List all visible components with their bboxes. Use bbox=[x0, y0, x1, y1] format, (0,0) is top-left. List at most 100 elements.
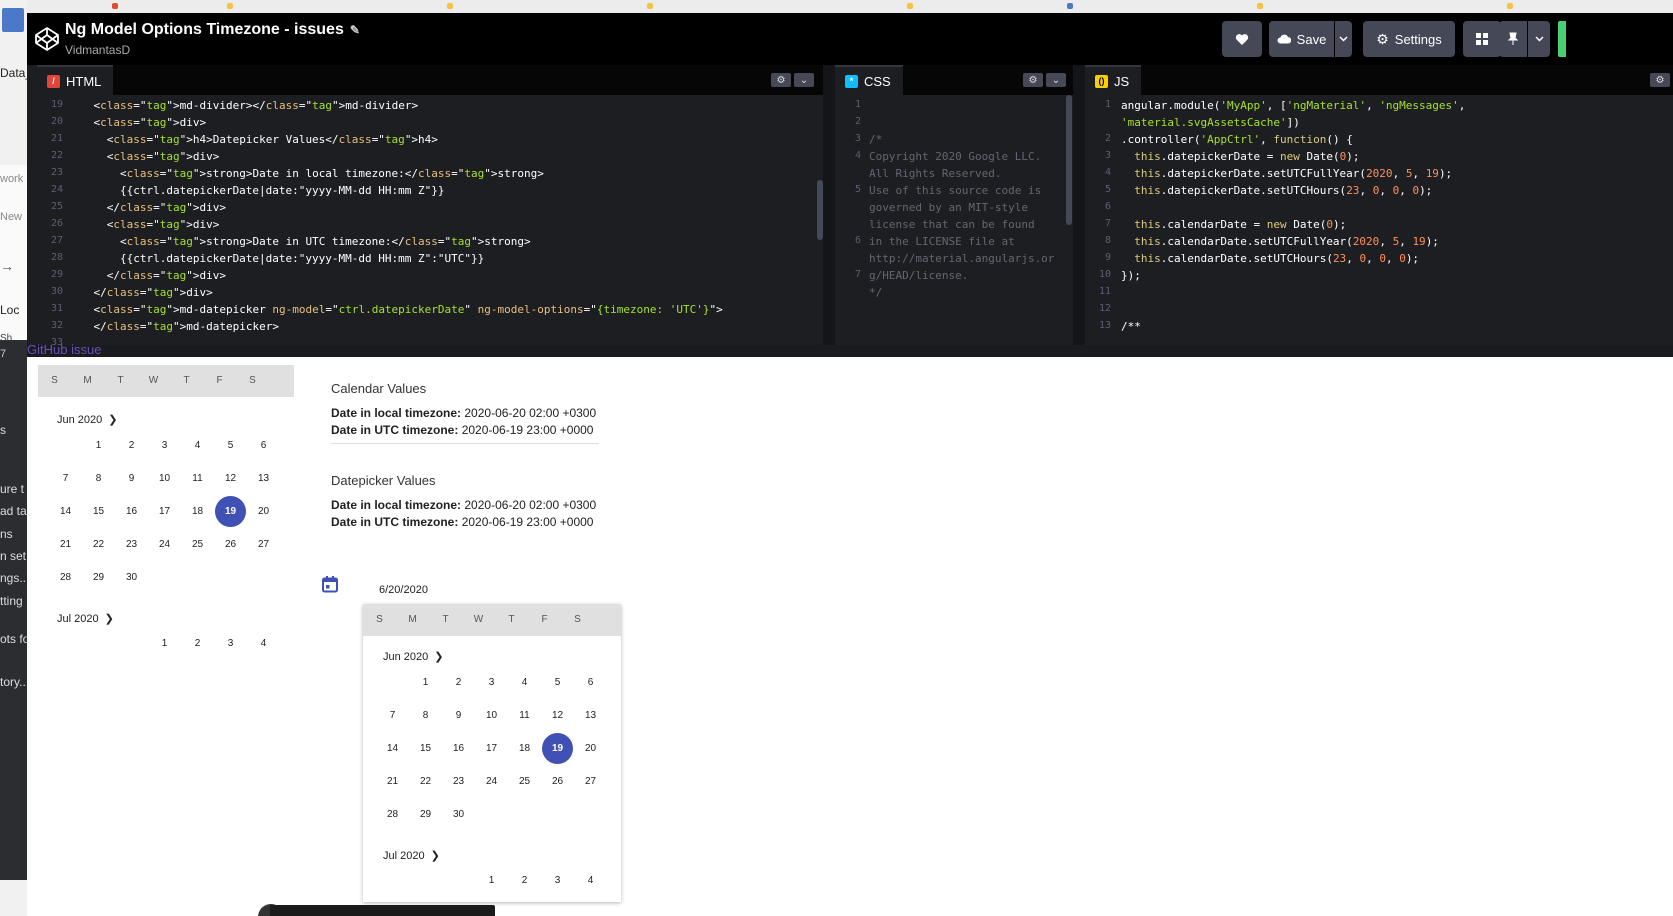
datepicker-input[interactable]: 6/20/2020 bbox=[363, 575, 621, 605]
calendar-day[interactable]: 14 bbox=[49, 494, 82, 529]
pin-button[interactable] bbox=[1499, 21, 1527, 57]
calendar-day[interactable]: 1 bbox=[148, 626, 181, 661]
calendar-day-selected[interactable]: 19 bbox=[214, 494, 247, 529]
change-view-button[interactable] bbox=[1463, 21, 1501, 57]
folder-icon[interactable] bbox=[907, 3, 913, 9]
calendar-day-selected[interactable]: 19 bbox=[541, 731, 574, 766]
code-line[interactable]: this.calendarDate.setUTCFullYear(2020, 5… bbox=[1121, 235, 1439, 248]
html-tab[interactable]: / HTML bbox=[37, 65, 114, 95]
calendar-day[interactable]: 17 bbox=[148, 494, 181, 529]
css-tab[interactable]: * CSS bbox=[835, 65, 903, 95]
calendar-day[interactable]: 16 bbox=[442, 731, 475, 766]
calendar-day[interactable]: 24 bbox=[148, 527, 181, 562]
calendar-day[interactable]: 15 bbox=[82, 494, 115, 529]
calendar-day[interactable]: 5 bbox=[214, 428, 247, 463]
calendar-day[interactable]: 18 bbox=[508, 731, 541, 766]
calendar-day[interactable]: 24 bbox=[475, 764, 508, 799]
calendar-day[interactable]: 4 bbox=[508, 665, 541, 700]
calendar-day[interactable]: 26 bbox=[541, 764, 574, 799]
calendar-day[interactable]: 2 bbox=[442, 665, 475, 700]
calendar-day[interactable]: 2 bbox=[181, 626, 214, 661]
calendar-day[interactable]: 7 bbox=[376, 698, 409, 733]
calendar-day[interactable]: 29 bbox=[82, 560, 115, 595]
code-line[interactable]: <class="tag">strong>Date in UTC timezone… bbox=[67, 235, 531, 248]
calendar-day[interactable]: 9 bbox=[115, 461, 148, 496]
calendar-day[interactable]: 3 bbox=[214, 626, 247, 661]
calendar-day[interactable]: 1 bbox=[82, 428, 115, 463]
code-line[interactable]: {{ctrl.datepickerDate|date:"yyyy-MM-dd H… bbox=[67, 252, 484, 265]
settings-button[interactable]: ⚙ Settings bbox=[1363, 21, 1455, 57]
calendar-day[interactable]: 10 bbox=[148, 461, 181, 496]
code-line[interactable]: .controller('AppCtrl', function() { bbox=[1121, 133, 1353, 146]
folder-icon[interactable] bbox=[227, 3, 233, 9]
calendar-day[interactable]: 2 bbox=[508, 863, 541, 898]
code-line[interactable]: /** bbox=[1121, 320, 1141, 333]
calendar-day[interactable]: 20 bbox=[247, 494, 280, 529]
calendar-day[interactable]: 3 bbox=[148, 428, 181, 463]
calendar-day[interactable]: 20 bbox=[574, 731, 607, 766]
pen-title[interactable]: Ng Model Options Timezone - issues ✎ bbox=[65, 21, 360, 39]
folder-icon[interactable] bbox=[1507, 3, 1513, 9]
code-line[interactable]: </class="tag">md-datepicker> bbox=[67, 320, 278, 333]
code-line[interactable]: {{ctrl.datepickerDate|date:"yyyy-MM-dd H… bbox=[67, 184, 445, 197]
html-code[interactable]: <class="tag">md-divider></class="tag">md… bbox=[37, 95, 823, 345]
code-line[interactable]: g/HEAD/license. bbox=[869, 269, 968, 282]
calendar-day[interactable]: 21 bbox=[49, 527, 82, 562]
pin-options-button[interactable] bbox=[1528, 21, 1550, 57]
code-line[interactable]: */ bbox=[869, 286, 882, 299]
calendar-day[interactable]: 1 bbox=[475, 863, 508, 898]
code-line[interactable]: in the LICENSE file at bbox=[869, 235, 1015, 248]
calendar-day[interactable]: 27 bbox=[574, 764, 607, 799]
calendar-day[interactable]: 13 bbox=[574, 698, 607, 733]
code-line[interactable]: this.datepickerDate = new Date(0); bbox=[1121, 150, 1359, 163]
code-line[interactable]: license that can be found bbox=[869, 218, 1035, 231]
css-scrollbar[interactable] bbox=[1066, 95, 1072, 225]
pen-author[interactable]: VidmantasD bbox=[65, 43, 130, 57]
calendar-day[interactable]: 17 bbox=[475, 731, 508, 766]
calendar-day[interactable]: 13 bbox=[247, 461, 280, 496]
js-code[interactable]: angular.module('MyApp', ['ngMaterial', '… bbox=[1085, 95, 1673, 345]
calendar-day[interactable]: 27 bbox=[247, 527, 280, 562]
css-code[interactable]: /* Copyright 2020 Google LLC. All Rights R… bbox=[835, 95, 1073, 345]
codepen-logo-icon[interactable] bbox=[33, 25, 61, 53]
calendar-month-label[interactable]: Jun 2020 ❯ bbox=[57, 413, 117, 427]
pencil-icon[interactable]: ✎ bbox=[350, 23, 360, 37]
code-line[interactable]: <class="tag">md-datepicker ng-model="ctr… bbox=[67, 303, 722, 316]
code-line[interactable]: <class="tag">div> bbox=[67, 218, 220, 231]
code-line[interactable]: <class="tag">strong>Date in local timezo… bbox=[67, 167, 544, 180]
js-tab[interactable]: () JS bbox=[1085, 65, 1142, 95]
code-line[interactable]: </class="tag">div> bbox=[67, 286, 212, 299]
code-line[interactable]: http://material.angularjs.or bbox=[869, 252, 1054, 265]
pane-resizer[interactable] bbox=[1073, 65, 1085, 345]
calendar-day[interactable]: 25 bbox=[508, 764, 541, 799]
calendar-day[interactable]: 1 bbox=[409, 665, 442, 700]
save-button[interactable]: Save bbox=[1269, 21, 1334, 57]
calendar-day[interactable]: 22 bbox=[409, 764, 442, 799]
calendar-day[interactable]: 25 bbox=[181, 527, 214, 562]
code-line[interactable]: </class="tag">div> bbox=[67, 201, 226, 214]
love-button[interactable] bbox=[1222, 21, 1262, 57]
calendar-day[interactable]: 14 bbox=[376, 731, 409, 766]
code-line[interactable]: this.datepickerDate.setUTCFullYear(2020,… bbox=[1121, 167, 1452, 180]
code-line[interactable]: this.calendarDate.setUTCHours(23, 0, 0, … bbox=[1121, 252, 1419, 265]
css-settings-button[interactable]: ⚙ bbox=[1023, 73, 1043, 87]
code-line[interactable]: Copyright 2020 Google LLC. bbox=[869, 150, 1041, 163]
calendar-day[interactable]: 11 bbox=[508, 698, 541, 733]
calendar-day[interactable]: 12 bbox=[541, 698, 574, 733]
calendar-day[interactable]: 29 bbox=[409, 797, 442, 832]
save-options-button[interactable] bbox=[1335, 21, 1352, 57]
calendar-day[interactable]: 23 bbox=[442, 764, 475, 799]
calendar-day[interactable]: 5 bbox=[541, 665, 574, 700]
calendar-day[interactable]: 3 bbox=[475, 665, 508, 700]
code-line[interactable]: angular.module('MyApp', ['ngMaterial', '… bbox=[1121, 99, 1465, 112]
calendar-day[interactable]: 11 bbox=[181, 461, 214, 496]
calendar-day[interactable]: 28 bbox=[49, 560, 82, 595]
calendar-day[interactable]: 6 bbox=[574, 665, 607, 700]
calendar-day[interactable]: 3 bbox=[541, 863, 574, 898]
calendar-day[interactable]: 26 bbox=[214, 527, 247, 562]
datepicker-month-label[interactable]: Jun 2020 ❯ bbox=[383, 650, 443, 664]
calendar-day[interactable]: 4 bbox=[181, 428, 214, 463]
code-line[interactable]: 'material.svgAssetsCache']) bbox=[1121, 116, 1300, 129]
html-settings-button[interactable]: ⚙ bbox=[771, 73, 791, 87]
folder-icon[interactable] bbox=[647, 3, 653, 9]
